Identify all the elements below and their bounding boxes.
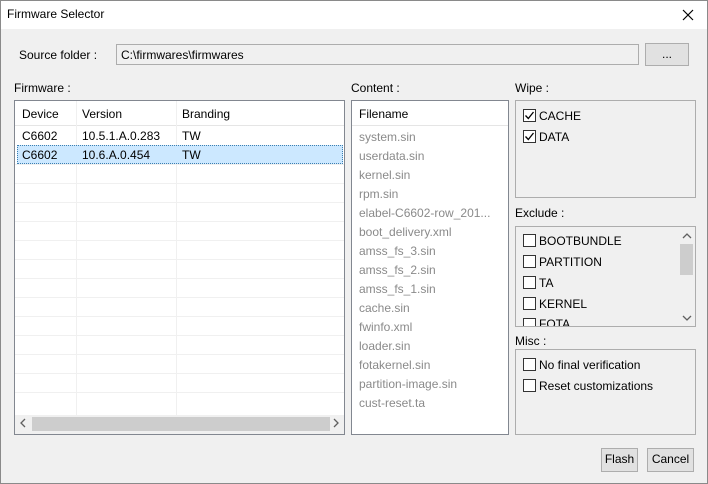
list-item[interactable]: elabel-C6602-row_201... (359, 206, 490, 220)
grid-line (15, 202, 344, 203)
scroll-down-icon[interactable] (682, 313, 692, 324)
scroll-left-icon[interactable] (20, 418, 26, 431)
exclude-partition-label[interactable]: PARTITION (539, 255, 602, 269)
firmware-selector-window: Firmware Selector Source folder : C:\fir… (0, 0, 708, 484)
vertical-scrollbar[interactable] (678, 227, 695, 326)
content-list-header: Filename (352, 101, 508, 126)
list-item[interactable]: amss_fs_2.sin (359, 263, 436, 277)
horizontal-scrollbar[interactable] (15, 415, 344, 434)
list-item[interactable]: userdata.sin (359, 149, 424, 163)
grid-line (15, 373, 344, 374)
cell-version: 10.5.1.A.0.283 (82, 129, 161, 143)
column-header-filename[interactable]: Filename (359, 107, 408, 121)
browse-button[interactable]: ... (645, 43, 689, 66)
no-final-verification-label[interactable]: No final verification (539, 358, 640, 372)
misc-label: Misc : (515, 334, 547, 348)
wipe-label: Wipe : (515, 81, 550, 95)
exclude-kernel-label[interactable]: KERNEL (539, 297, 587, 311)
source-folder-label: Source folder : (19, 48, 98, 62)
misc-panel: No final verification Reset customizatio… (515, 349, 696, 435)
title-bar: Firmware Selector (1, 1, 707, 29)
scroll-right-icon[interactable] (333, 418, 339, 431)
wipe-data-label[interactable]: DATA (539, 130, 569, 144)
cell-branding: TW (182, 129, 201, 143)
grid-line (15, 278, 344, 279)
reset-customizations-label[interactable]: Reset customizations (539, 379, 653, 393)
vertical-scroll-thumb[interactable] (680, 244, 693, 275)
column-header-branding[interactable]: Branding (182, 107, 230, 121)
column-header-device[interactable]: Device (22, 107, 59, 121)
list-item[interactable]: partition-image.sin (359, 377, 457, 391)
firmware-label: Firmware : (14, 81, 71, 95)
wipe-cache-label[interactable]: CACHE (539, 109, 581, 123)
cell-device: C6602 (22, 148, 58, 162)
list-item[interactable]: fotakernel.sin (359, 358, 430, 372)
exclude-fota-label[interactable]: FOTA (539, 317, 570, 326)
list-item[interactable]: cust-reset.ta (359, 396, 425, 410)
list-item[interactable]: fwinfo.xml (359, 320, 412, 334)
cell-version: 10.6.A.0.454 (82, 148, 151, 162)
list-item[interactable]: boot_delivery.xml (359, 225, 451, 239)
source-folder-field[interactable]: C:\firmwares\firmwares (116, 44, 639, 65)
table-row-selected[interactable]: C6602 10.6.A.0.454 TW (17, 145, 343, 164)
exclude-fota-checkbox[interactable] (523, 318, 536, 326)
exclude-ta-checkbox[interactable] (523, 276, 536, 289)
exclude-kernel-checkbox[interactable] (523, 297, 536, 310)
grid-line (15, 240, 344, 241)
grid-line (15, 354, 344, 355)
grid-line (15, 297, 344, 298)
wipe-cache-checkbox[interactable] (523, 109, 536, 122)
list-item[interactable]: rpm.sin (359, 187, 398, 201)
window-title: Firmware Selector (7, 7, 105, 21)
wipe-panel: CACHE DATA (515, 100, 696, 198)
list-item[interactable]: loader.sin (359, 339, 410, 353)
content-label: Content : (351, 81, 400, 95)
grid-line (15, 392, 344, 393)
cell-branding: TW (182, 148, 201, 162)
cell-device: C6602 (22, 129, 58, 143)
list-item[interactable]: system.sin (359, 130, 416, 144)
cancel-button[interactable]: Cancel (647, 448, 694, 472)
exclude-label: Exclude : (515, 206, 565, 220)
flash-button[interactable]: Flash (601, 448, 638, 472)
firmware-table-header: Device Version Branding (15, 101, 344, 126)
grid-line (15, 259, 344, 260)
exclude-ta-label[interactable]: TA (539, 276, 553, 290)
content-list[interactable]: Filename system.sin userdata.sin kernel.… (351, 100, 509, 435)
reset-customizations-checkbox[interactable] (523, 379, 536, 392)
list-item[interactable]: cache.sin (359, 301, 410, 315)
exclude-panel: BOOTBUNDLE PARTITION TA KERNEL FOTA (515, 226, 696, 327)
firmware-table[interactable]: Device Version Branding C6602 10.5.1.A.0… (14, 100, 345, 435)
table-row[interactable]: C6602 10.5.1.A.0.283 TW (15, 126, 344, 145)
wipe-data-checkbox[interactable] (523, 130, 536, 143)
grid-line (15, 164, 344, 165)
close-icon[interactable] (677, 4, 699, 26)
list-item[interactable]: amss_fs_3.sin (359, 244, 436, 258)
grid-line (15, 221, 344, 222)
exclude-bootbundle-checkbox[interactable] (523, 234, 536, 247)
scroll-up-icon[interactable] (682, 231, 692, 242)
horizontal-scroll-thumb[interactable] (32, 417, 330, 431)
grid-line (15, 183, 344, 184)
no-final-verification-checkbox[interactable] (523, 358, 536, 371)
exclude-partition-checkbox[interactable] (523, 255, 536, 268)
grid-line (15, 335, 344, 336)
exclude-bootbundle-label[interactable]: BOOTBUNDLE (539, 234, 622, 248)
grid-line (15, 316, 344, 317)
column-header-version[interactable]: Version (82, 107, 122, 121)
list-item[interactable]: amss_fs_1.sin (359, 282, 436, 296)
list-item[interactable]: kernel.sin (359, 168, 410, 182)
